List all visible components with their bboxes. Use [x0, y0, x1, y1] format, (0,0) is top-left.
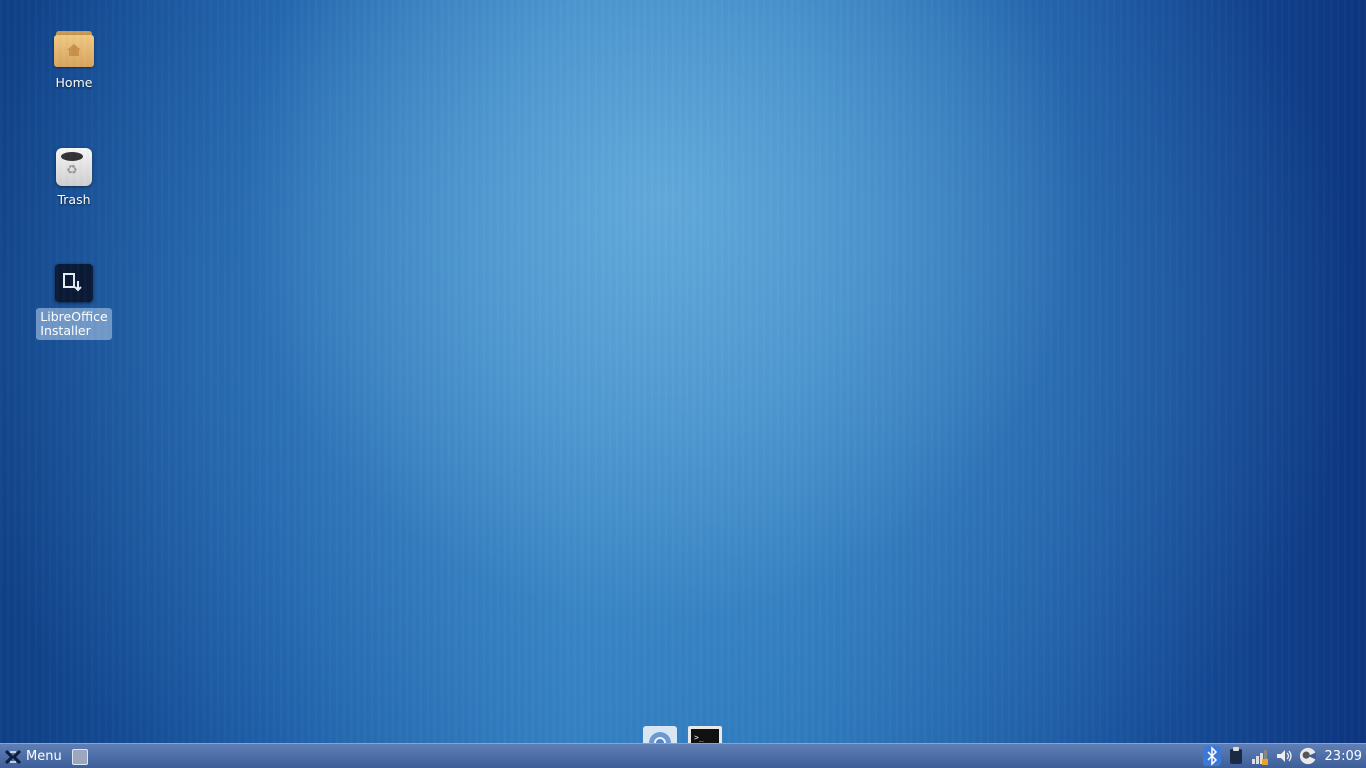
menu-button[interactable]: Menu [4, 746, 62, 767]
bottom-panel: Menu 23:09 [0, 743, 1366, 768]
installer-icon [54, 263, 94, 303]
network-icon[interactable] [1251, 747, 1269, 765]
desktop-icon-label: Home [55, 75, 93, 90]
terminal-prompt: >_ [694, 733, 704, 742]
user-status-icon[interactable] [1299, 747, 1317, 765]
menu-label: Menu [26, 749, 62, 764]
menu-logo-icon [4, 749, 22, 764]
desktop-background[interactable]: Home ♻ Trash LibreOffice Installer [0, 0, 1366, 743]
desktop-icon-label: LibreOffice Installer [36, 308, 112, 340]
bluetooth-icon[interactable] [1202, 746, 1221, 766]
desktop-icon-home[interactable]: Home [37, 29, 111, 92]
clipboard-icon[interactable] [1227, 747, 1245, 765]
clock[interactable]: 23:09 [1325, 749, 1362, 764]
desktop-icon-trash[interactable]: ♻ Trash [37, 146, 111, 209]
trash-icon: ♻ [54, 146, 94, 186]
desktop-icon-libreoffice-installer[interactable]: LibreOffice Installer [36, 263, 112, 340]
volume-icon[interactable] [1275, 747, 1293, 765]
system-tray: 23:09 [1202, 745, 1362, 767]
show-desktop-button[interactable] [72, 749, 88, 765]
desktop-icon-label: Trash [57, 192, 91, 207]
home-folder-icon [54, 29, 94, 69]
